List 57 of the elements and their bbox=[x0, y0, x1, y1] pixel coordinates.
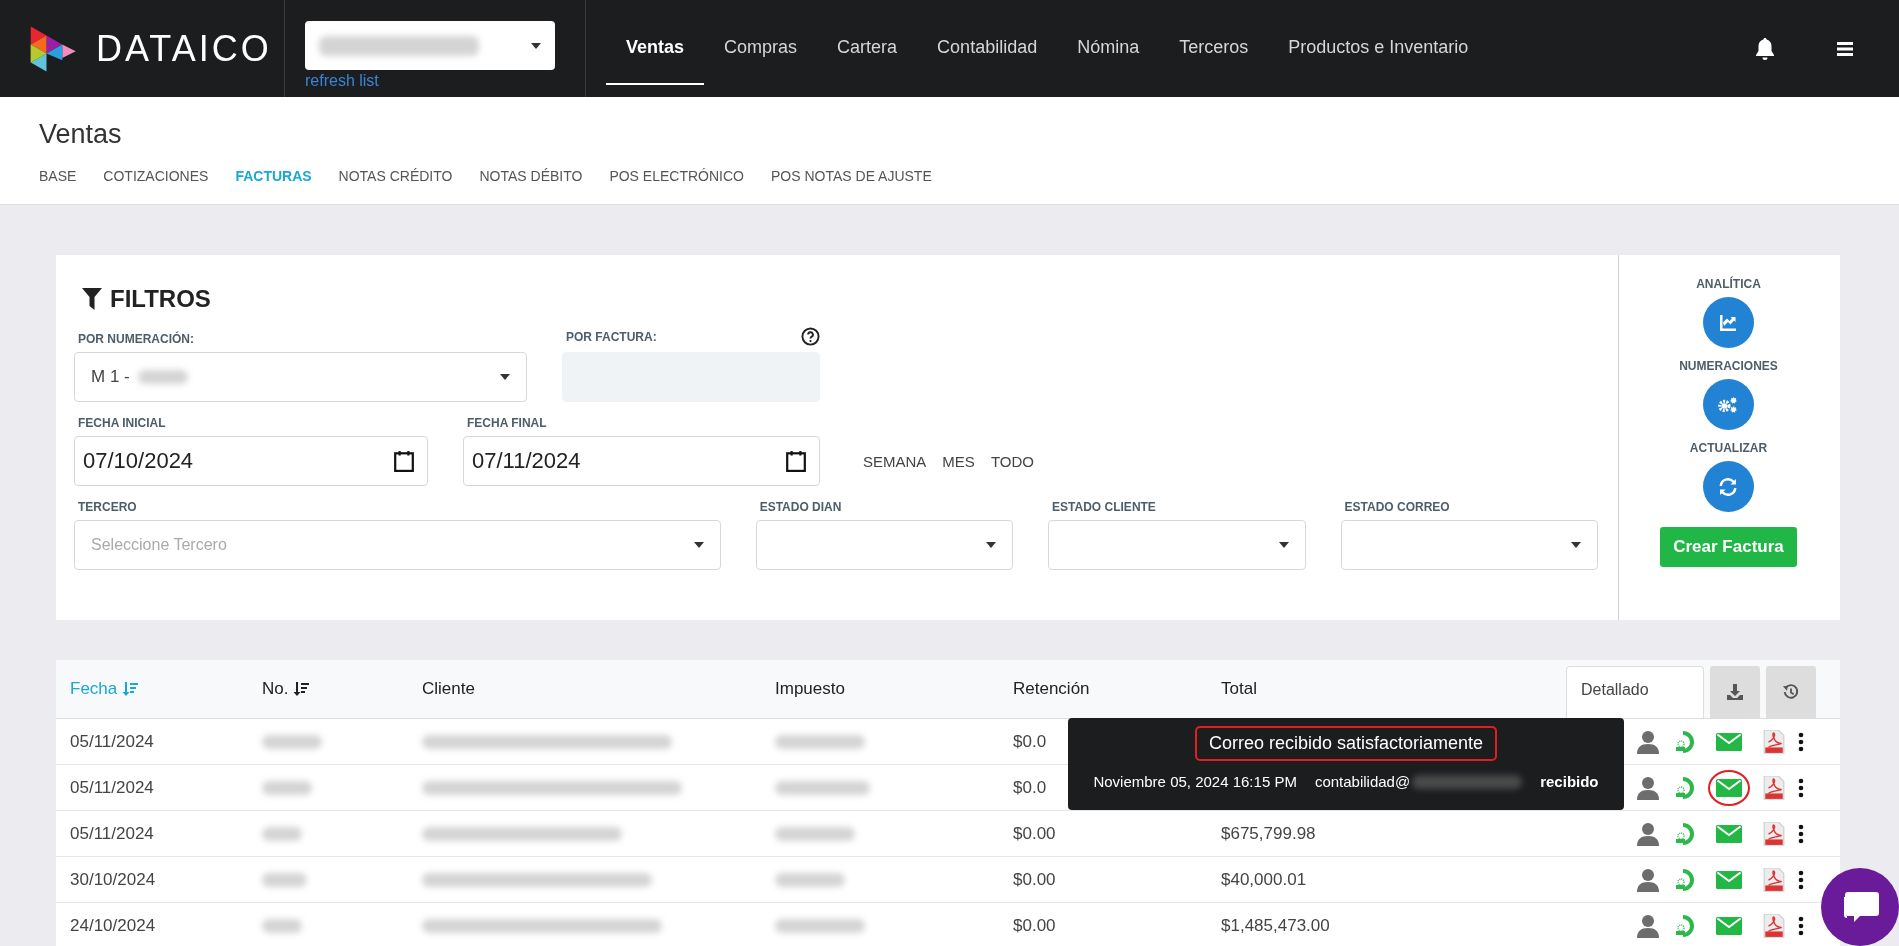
column-header: Total bbox=[1221, 679, 1258, 699]
view-select[interactable]: Detallado bbox=[1566, 666, 1704, 718]
numbering-select[interactable]: M 1 - bbox=[74, 352, 527, 402]
brand-name: DATAICO bbox=[96, 27, 272, 70]
nav-tab[interactable]: Cartera bbox=[817, 0, 918, 97]
nav-tab[interactable]: Ventas bbox=[606, 12, 705, 85]
table-cell: $0.00 bbox=[1013, 869, 1056, 890]
table-cell: $1,485,473.00 bbox=[1221, 915, 1330, 936]
tooltip-email: contabilidad@ bbox=[1314, 773, 1411, 790]
table-cell-text: 05/11/2024 bbox=[69, 731, 155, 752]
table-cell-text: 24/10/2024 bbox=[69, 915, 157, 936]
section-tab[interactable]: COTIZACIONES bbox=[103, 168, 209, 184]
field-label: POR FACTURA: bbox=[566, 329, 657, 344]
nav-tab[interactable]: Contabilidad bbox=[917, 0, 1058, 97]
field-label: TERCERO bbox=[78, 500, 138, 514]
table-cell: $0.0 bbox=[1013, 777, 1047, 798]
action-label: ANALÍTICA bbox=[1696, 277, 1761, 291]
section-tab[interactable]: NOTAS CRÉDITO bbox=[338, 168, 453, 184]
tooltip-status: recibido bbox=[1540, 773, 1599, 790]
nav-tab[interactable]: Compras bbox=[704, 0, 818, 97]
field-label: POR NUMERACIÓN: bbox=[78, 332, 195, 346]
table-cell-text: 05/11/2024 bbox=[69, 777, 155, 798]
table-cell: $0.00 bbox=[1013, 915, 1056, 936]
table-cell: $675,799.98 bbox=[1221, 823, 1316, 844]
nav-tab[interactable]: Productos e Inventario bbox=[1268, 0, 1489, 97]
table-cell-text: 30/10/2024 bbox=[69, 869, 157, 890]
column-header: Impuesto bbox=[775, 679, 846, 699]
filters-title: FILTROS bbox=[110, 285, 211, 313]
refresh-link[interactable]: refresh list bbox=[305, 72, 379, 90]
field-label: ESTADO CORREO bbox=[1344, 500, 1451, 514]
tooltip-date: Noviembre 05, 2024 16:15 PM bbox=[1093, 773, 1297, 790]
range-link[interactable]: TODO bbox=[990, 452, 1034, 470]
table-cell: $40,000.01 bbox=[1221, 869, 1307, 890]
section-tab[interactable]: BASE bbox=[39, 168, 77, 184]
section-tab[interactable]: POS NOTAS DE AJUSTE bbox=[771, 168, 932, 184]
field-label: FECHA FINAL bbox=[467, 416, 548, 430]
section-tab[interactable]: POS ELECTRÓNICO bbox=[609, 168, 744, 184]
table-cell-text: 05/11/2024 bbox=[69, 823, 155, 844]
tooltip-title: Correo recibido satisfactoriamente bbox=[1194, 726, 1498, 761]
table-cell: $0.0 bbox=[1013, 731, 1047, 752]
action-label: NUMERACIONES bbox=[1679, 359, 1778, 373]
nav-tab[interactable]: Nómina bbox=[1057, 0, 1160, 97]
page-title: Ventas bbox=[39, 119, 123, 150]
end-date-field[interactable]: 07/11/2024 bbox=[463, 436, 820, 486]
field-label: FECHA INICIAL bbox=[78, 416, 167, 430]
table-cell: $0.00 bbox=[1013, 823, 1056, 844]
nav-tab[interactable]: Terceros bbox=[1159, 0, 1269, 97]
start-date-field[interactable]: 07/10/2024 bbox=[74, 436, 428, 486]
column-header[interactable]: No. bbox=[262, 679, 422, 699]
field-label: ESTADO DIAN bbox=[759, 500, 843, 514]
column-header: Cliente bbox=[422, 679, 476, 699]
column-header: Retención bbox=[1013, 679, 1091, 699]
range-link[interactable]: SEMANA bbox=[863, 452, 927, 470]
action-label: ACTUALIZAR bbox=[1689, 441, 1768, 455]
section-tab[interactable]: NOTAS DÉBITO bbox=[479, 168, 583, 184]
range-link[interactable]: MES bbox=[942, 452, 975, 470]
field-label: ESTADO CLIENTE bbox=[1052, 500, 1157, 514]
